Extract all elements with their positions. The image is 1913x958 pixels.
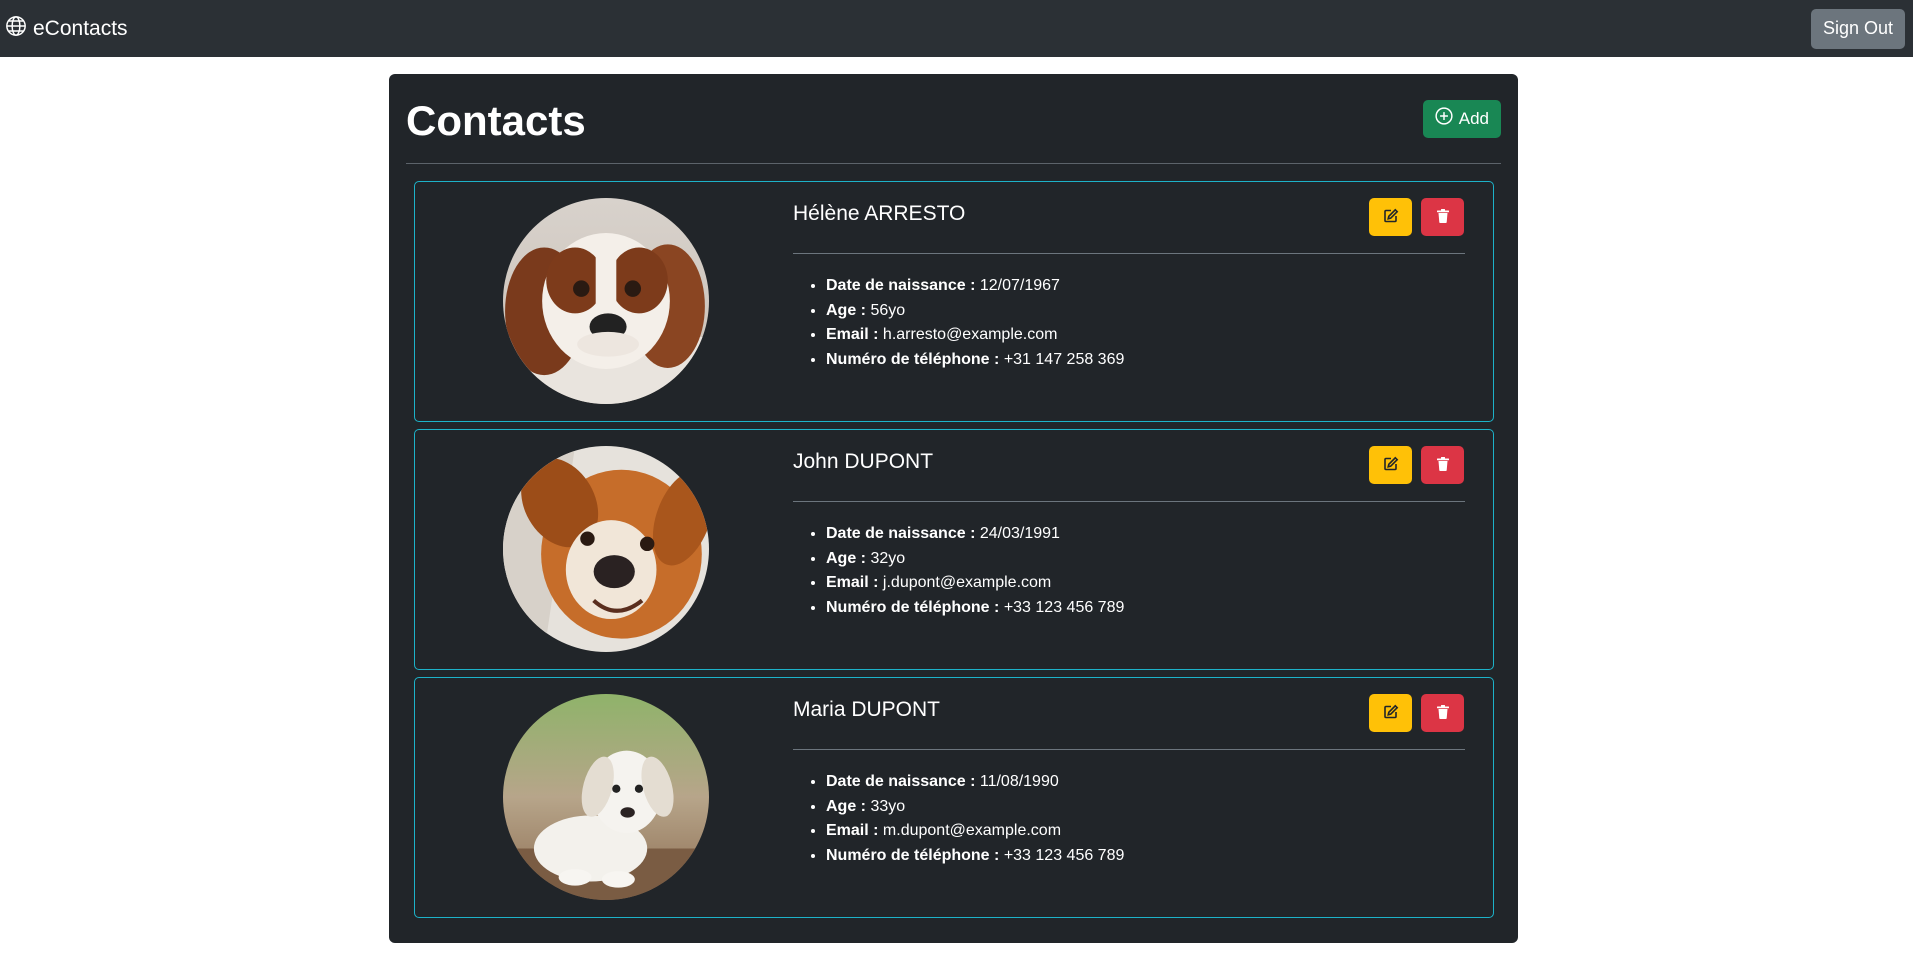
- contacts-panel: Contacts Add Hélène ARRESTO • Date de na…: [389, 74, 1518, 943]
- add-button-label: Add: [1458, 108, 1489, 128]
- detail-email: Email : j.dupont@example.com: [826, 571, 1465, 596]
- contact-details: Date de naissance : 24/03/1991 Age : 32y…: [793, 522, 1465, 620]
- detail-value: 12/07/1967: [979, 277, 1060, 294]
- detail-age: Age : 32yo: [826, 547, 1465, 572]
- detail-label: Numéro de téléphone :: [826, 350, 1000, 368]
- detail-label: Date de naissance :: [826, 277, 976, 294]
- panel-header: Contacts Add: [406, 74, 1501, 164]
- detail-value: 33yo: [870, 797, 906, 815]
- card-divider: [793, 253, 1465, 254]
- detail-label: Email :: [826, 822, 879, 840]
- detail-label: Date de naissance :: [826, 525, 976, 542]
- detail-birthdate: Date de naissance : 11/08/1990: [826, 770, 1465, 795]
- edit-icon: [1383, 208, 1399, 227]
- edit-icon: [1383, 704, 1399, 723]
- card-actions: [1369, 198, 1464, 236]
- detail-birthdate: Date de naissance : 24/03/1991: [826, 522, 1465, 547]
- detail-phone: Numéro de téléphone : +33 123 456 789: [826, 596, 1465, 621]
- card-divider: [793, 501, 1465, 502]
- detail-label: Date de naissance :: [826, 773, 976, 790]
- add-contact-button[interactable]: Add: [1422, 99, 1501, 138]
- detail-label: Age :: [826, 549, 866, 567]
- detail-phone: Numéro de téléphone : +31 147 258 369: [826, 348, 1465, 373]
- card-actions: [1369, 694, 1464, 732]
- detail-value: h.arresto@example.com: [882, 326, 1058, 344]
- detail-value: 32yo: [870, 549, 906, 567]
- card-actions: [1369, 446, 1464, 484]
- detail-label: Age :: [826, 301, 866, 319]
- detail-value: m.dupont@example.com: [882, 822, 1062, 840]
- detail-value: +31 147 258 369: [1003, 350, 1125, 368]
- detail-email: Email : m.dupont@example.com: [826, 819, 1465, 844]
- detail-label: Email :: [826, 574, 879, 592]
- delete-button[interactable]: [1421, 446, 1464, 484]
- contact-details: Date de naissance : 12/07/1967 Age : 56y…: [793, 274, 1465, 372]
- navbar: eContacts Sign Out: [0, 0, 1913, 57]
- contact-card: Hélène ARRESTO Date de naissance : 12/07…: [414, 181, 1494, 422]
- edit-button[interactable]: [1369, 694, 1412, 732]
- contact-avatar: [503, 198, 709, 404]
- contact-card: Maria DUPONT Date de naissance : 11/08/1…: [414, 677, 1494, 918]
- card-divider: [793, 749, 1465, 750]
- detail-age: Age : 56yo: [826, 299, 1465, 324]
- delete-button[interactable]: [1421, 198, 1464, 236]
- trash-icon: [1435, 208, 1451, 227]
- detail-birthdate: Date de naissance : 12/07/1967: [826, 274, 1465, 299]
- page-title: Contacts: [406, 96, 586, 144]
- edit-icon: [1383, 456, 1399, 475]
- contact-list: Hélène ARRESTO Date de naissance : 12/07…: [406, 164, 1501, 918]
- trash-icon: [1435, 704, 1451, 723]
- trash-icon: [1435, 456, 1451, 475]
- detail-value: 24/03/1991: [979, 525, 1060, 542]
- brand-name: eContacts: [33, 16, 128, 40]
- detail-label: Age :: [826, 797, 866, 815]
- detail-value: 56yo: [870, 301, 906, 319]
- edit-button[interactable]: [1369, 198, 1412, 236]
- detail-phone: Numéro de téléphone : +33 123 456 789: [826, 844, 1465, 869]
- detail-email: Email : h.arresto@example.com: [826, 323, 1465, 348]
- detail-label: Numéro de téléphone :: [826, 846, 1000, 864]
- detail-value: +33 123 456 789: [1003, 598, 1125, 616]
- contact-name: John DUPONT: [793, 450, 934, 473]
- detail-label: Numéro de téléphone :: [826, 598, 1000, 616]
- contact-card: John DUPONT Date de naissance : 24/03/19…: [414, 429, 1494, 670]
- contact-name: Hélène ARRESTO: [793, 202, 966, 225]
- detail-value: +33 123 456 789: [1003, 846, 1125, 864]
- plus-circle-icon: [1435, 107, 1453, 130]
- contact-details: Date de naissance : 11/08/1990 Age : 33y…: [793, 770, 1465, 868]
- contact-avatar: [503, 446, 709, 652]
- brand-link[interactable]: eContacts: [5, 15, 128, 43]
- detail-age: Age : 33yo: [826, 795, 1465, 820]
- edit-button[interactable]: [1369, 446, 1412, 484]
- delete-button[interactable]: [1421, 694, 1464, 732]
- sign-out-button[interactable]: Sign Out: [1810, 8, 1905, 49]
- contact-name: Maria DUPONT: [793, 698, 941, 721]
- globe-icon: [5, 15, 27, 43]
- detail-value: 11/08/1990: [979, 773, 1059, 790]
- detail-label: Email :: [826, 326, 879, 344]
- detail-value: j.dupont@example.com: [882, 574, 1052, 592]
- contact-avatar: [503, 694, 709, 900]
